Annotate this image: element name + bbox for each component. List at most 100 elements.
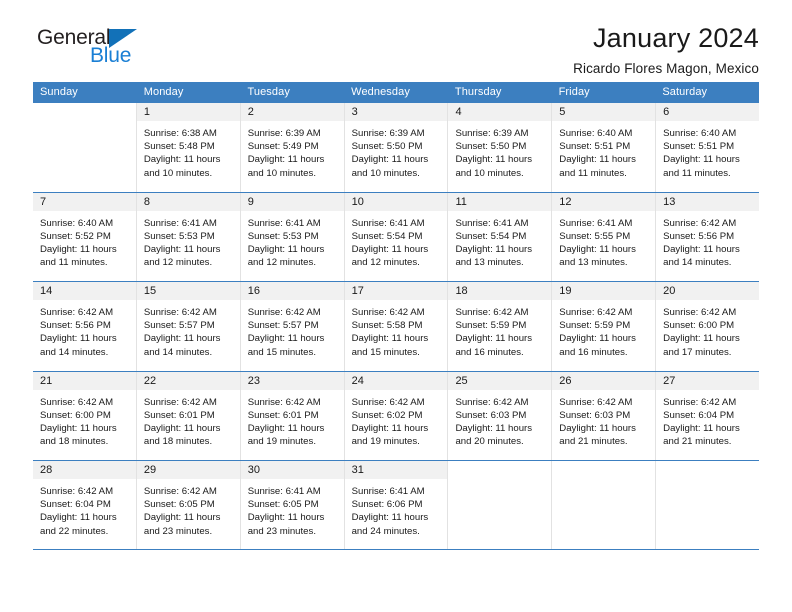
day-detail-line: Sunrise: 6:42 AM: [559, 396, 633, 408]
day-detail-line: Daylight: 11 hours: [351, 512, 429, 524]
day-detail-line: Daylight: 11 hours: [40, 422, 117, 434]
day-cell[interactable]: 14 Sunrise: 6:42 AM Sunset: 5:56 PM Dayligh…: [33, 282, 137, 371]
day-cell[interactable]: 1 Sunrise: 6:38 AM Sunset: 5:48 PM Daylight…: [136, 103, 241, 192]
day-number-bar: 10: [344, 192, 448, 211]
day-detail-line: and 16 minutes.: [455, 346, 524, 358]
day-cell[interactable]: 19 Sunrise: 6:42 AM Sunset: 5:59 PM Dayligh…: [552, 282, 657, 371]
day-number-bar: 5: [552, 103, 656, 121]
day-detail-line: Daylight: 11 hours: [143, 243, 221, 255]
day-detail-line: Sunset: 5:52 PM: [40, 230, 111, 242]
day-detail-line: Daylight: 11 hours: [455, 243, 533, 255]
day-cell[interactable]: 16 Sunrise: 6:42 AM Sunset: 5:57 PM Dayligh…: [240, 282, 345, 371]
day-cell[interactable]: 29 Sunrise: 6:42 AM Sunset: 6:05 PM Dayligh…: [136, 461, 241, 549]
day-cell[interactable]: 5 Sunrise: 6:40 AM Sunset: 5:51 PM Daylight…: [552, 103, 657, 192]
day-cell[interactable]: 31 Sunrise: 6:41 AM Sunset: 6:06 PM Dayligh…: [344, 461, 449, 549]
day-detail-line: and 21 minutes.: [663, 436, 732, 448]
day-detail-line: Sunset: 6:05 PM: [247, 499, 319, 511]
day-cell[interactable]: 17 Sunrise: 6:42 AM Sunset: 5:58 PM Dayligh…: [344, 282, 449, 371]
day-detail-line: Sunrise: 6:42 AM: [455, 307, 529, 318]
day-detail-line: Daylight: 11 hours: [663, 243, 740, 255]
day-detail-line: Sunrise: 6:41 AM: [247, 217, 321, 229]
day-number-bar: [33, 103, 136, 121]
generalblue-logo: General Blue: [33, 24, 193, 72]
day-detail-line: Sunrise: 6:40 AM: [559, 128, 633, 139]
day-cell[interactable]: 6 Sunrise: 6:40 AM Sunset: 5:51 PM Daylight…: [656, 103, 760, 192]
day-cell[interactable]: 30 Sunrise: 6:41 AM Sunset: 6:05 PM Dayligh…: [240, 461, 345, 549]
day-cell[interactable]: 27 Sunrise: 6:42 AM Sunset: 6:04 PM Dayligh…: [656, 371, 760, 461]
day-detail-line: Daylight: 11 hours: [247, 512, 325, 524]
calendar-week-row: 7 Sunrise: 6:40 AM Sunset: 5:52 PM Daylight…: [33, 191, 760, 282]
day-cell[interactable]: 12 Sunrise: 6:41 AM Sunset: 5:55 PM Dayligh…: [552, 192, 657, 282]
day-details: Sunrise: 6:42 AM Sunset: 6:05 PM Daylight:…: [137, 479, 240, 549]
day-details: Sunrise: 6:41 AM Sunset: 5:55 PM Daylight:…: [552, 211, 655, 282]
day-details: Sunrise: 6:40 AM Sunset: 5:51 PM Daylight:…: [656, 121, 759, 192]
day-number-bar: 24: [344, 371, 448, 390]
day-number: 24: [351, 374, 364, 387]
weekday-header-monday: Monday: [143, 86, 184, 98]
day-cell[interactable]: 2 Sunrise: 6:39 AM Sunset: 5:49 PM Daylight…: [240, 103, 345, 192]
day-detail-line: Sunset: 5:58 PM: [351, 320, 423, 332]
day-detail-line: Sunset: 5:55 PM: [559, 230, 631, 242]
day-detail-line: Sunset: 6:04 PM: [40, 499, 111, 511]
day-detail-line: and 18 minutes.: [143, 436, 213, 448]
day-detail-line: Sunrise: 6:40 AM: [40, 217, 114, 229]
day-detail-line: Daylight: 11 hours: [143, 154, 221, 166]
day-details: [33, 121, 136, 192]
day-details: Sunrise: 6:42 AM Sunset: 6:03 PM Daylight:…: [552, 390, 655, 461]
day-number-bar: 4: [448, 103, 552, 121]
day-detail-line: Daylight: 11 hours: [663, 154, 740, 166]
day-cell[interactable]: 22 Sunrise: 6:42 AM Sunset: 6:01 PM Dayligh…: [136, 371, 241, 460]
day-detail-line: and 10 minutes.: [351, 167, 420, 179]
day-detail-line: and 10 minutes.: [455, 167, 524, 179]
weekday-header-friday: Friday: [558, 86, 590, 98]
day-cell[interactable]: 18 Sunrise: 6:42 AM Sunset: 5:59 PM Dayligh…: [448, 282, 553, 371]
day-number: 7: [40, 195, 47, 208]
day-detail-line: Sunrise: 6:42 AM: [40, 307, 114, 318]
day-cell[interactable]: 8 Sunrise: 6:41 AM Sunset: 5:53 PM Daylight…: [136, 192, 241, 281]
day-cell[interactable]: 3 Sunrise: 6:39 AM Sunset: 5:50 PM Daylight…: [344, 103, 449, 192]
day-detail-line: Sunset: 5:54 PM: [351, 230, 423, 242]
day-details: Sunrise: 6:40 AM Sunset: 5:51 PM Daylight:…: [552, 121, 655, 192]
day-cell[interactable]: 9 Sunrise: 6:41 AM Sunset: 5:53 PM Daylight…: [240, 192, 345, 281]
day-detail-line: Sunset: 5:51 PM: [559, 141, 631, 153]
day-cell[interactable]: 11 Sunrise: 6:41 AM Sunset: 5:54 PM Dayligh…: [448, 192, 553, 281]
day-number-bar: 2: [240, 103, 344, 121]
day-number: 30: [247, 464, 260, 476]
day-detail-line: Sunset: 5:53 PM: [247, 230, 319, 242]
day-detail-line: and 16 minutes.: [559, 346, 628, 358]
day-detail-line: Daylight: 11 hours: [247, 243, 325, 255]
day-cell[interactable]: 25 Sunrise: 6:42 AM Sunset: 6:03 PM Dayligh…: [448, 371, 553, 460]
day-number: 20: [663, 285, 676, 297]
day-details: Sunrise: 6:39 AM Sunset: 5:49 PM Daylight:…: [241, 121, 344, 192]
day-number-bar: 6: [656, 103, 760, 121]
day-detail-line: and 10 minutes.: [247, 167, 316, 179]
day-cell[interactable]: 20 Sunrise: 6:42 AM Sunset: 6:00 PM Dayligh…: [656, 282, 760, 371]
day-cell[interactable]: 26 Sunrise: 6:42 AM Sunset: 6:03 PM Dayligh…: [552, 371, 657, 461]
day-detail-line: Daylight: 11 hours: [40, 243, 117, 255]
day-number-bar: [552, 461, 655, 479]
day-cell[interactable]: 21 Sunrise: 6:42 AM Sunset: 6:00 PM Dayligh…: [33, 371, 137, 460]
day-detail-line: and 14 minutes.: [40, 346, 109, 358]
day-cell[interactable]: 10 Sunrise: 6:41 AM Sunset: 5:54 PM Dayligh…: [344, 192, 449, 281]
day-detail-line: Sunset: 6:03 PM: [559, 409, 631, 421]
day-cell[interactable]: 15 Sunrise: 6:42 AM Sunset: 5:57 PM Dayligh…: [136, 282, 241, 371]
day-detail-line: Daylight: 11 hours: [351, 422, 429, 434]
day-number: 6: [663, 106, 670, 118]
day-number-bar: 23: [240, 371, 344, 390]
day-cell[interactable]: 7 Sunrise: 6:40 AM Sunset: 5:52 PM Daylight…: [33, 192, 137, 281]
day-detail-line: Sunrise: 6:42 AM: [663, 307, 737, 318]
day-cell[interactable]: 4 Sunrise: 6:39 AM Sunset: 5:50 PM Daylight…: [448, 103, 553, 192]
title-block: January 2024 Ricardo Flores Magon, Mexic…: [573, 24, 759, 77]
day-detail-line: Sunset: 5:48 PM: [143, 141, 215, 153]
day-detail-line: and 19 minutes.: [247, 436, 316, 448]
day-detail-line: and 13 minutes.: [455, 257, 524, 269]
day-cell[interactable]: 23 Sunrise: 6:42 AM Sunset: 6:01 PM Dayligh…: [240, 371, 345, 460]
day-detail-line: and 12 minutes.: [143, 257, 213, 269]
day-number: 11: [455, 195, 467, 208]
day-detail-line: Sunrise: 6:42 AM: [143, 307, 217, 318]
day-detail-line: Sunset: 5:54 PM: [455, 230, 527, 242]
day-cell[interactable]: 13 Sunrise: 6:42 AM Sunset: 5:56 PM Dayligh…: [656, 192, 760, 282]
day-detail-line: and 24 minutes.: [351, 525, 420, 537]
day-cell[interactable]: 28 Sunrise: 6:42 AM Sunset: 6:04 PM Dayligh…: [33, 461, 137, 549]
day-cell[interactable]: 24 Sunrise: 6:42 AM Sunset: 6:02 PM Dayligh…: [344, 371, 449, 460]
